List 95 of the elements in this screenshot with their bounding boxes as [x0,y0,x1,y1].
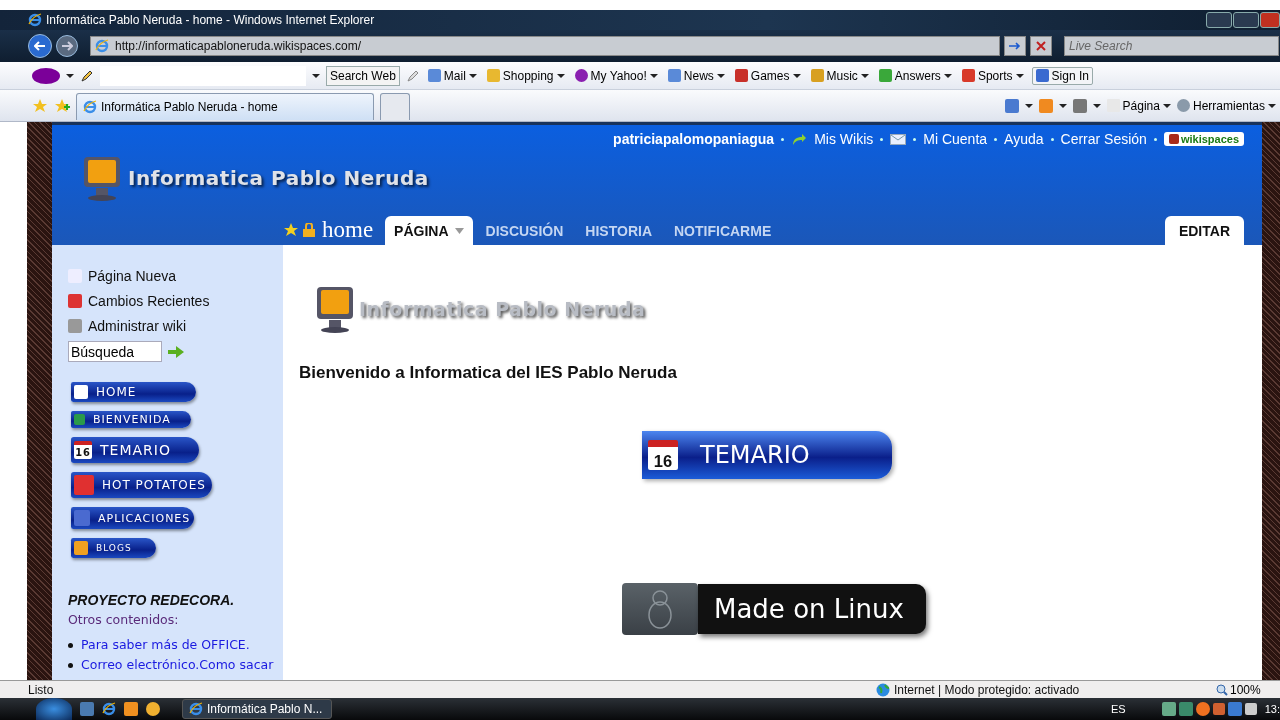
nav-button[interactable]: HOT POTATOES [71,472,212,498]
command-menu[interactable]: Herramientas [1176,98,1276,113]
browser-icon [189,702,203,716]
lock-icon [302,223,316,237]
pencil-icon[interactable] [80,68,94,83]
page-tab[interactable]: PÁGINA [385,216,473,245]
edit-button[interactable]: EDITAR [1164,216,1244,245]
user-link[interactable]: Cerrar Sesión [1060,131,1147,147]
sidebar-link[interactable]: Administrar wiki [68,313,283,338]
page-title: home [322,217,374,243]
status-text: Listo [28,682,54,697]
browser-icon [102,702,116,716]
bullet [68,643,73,648]
forward-arrow-icon [61,41,73,51]
refresh-button[interactable] [1004,36,1026,56]
nav-button[interactable]: BIENVENIDA [71,411,191,428]
star-icon[interactable] [32,97,48,114]
sidebar-link[interactable]: Página Nueva [68,263,283,288]
taskbar-window-button[interactable]: Informática Pablo N... [182,699,332,719]
security-zone-text: Internet | Modo protegido: activado [894,682,1080,697]
toolbar-item[interactable]: My Yahoo! [572,68,660,83]
site-logo-text: Informatica Pablo Neruda [128,166,429,190]
toolbar-search-field[interactable] [100,65,306,86]
url-text: http://informaticapabloneruda.wikispaces.com/ [115,39,362,53]
stop-button[interactable] [1030,36,1052,56]
bullet [68,663,73,668]
language-indicator[interactable]: ES [1111,703,1126,715]
arrow-icon [791,132,808,146]
browser-tab[interactable]: Informática Pablo Neruda - home [76,93,374,120]
user-link[interactable]: Ayuda [1004,131,1044,147]
toolbar-item[interactable]: Answers [876,68,954,83]
browser-icon [95,39,109,53]
separator-dot [781,137,785,141]
close-icon [1036,41,1046,51]
logo-text: Informatica Pablo Neruda [359,298,646,320]
toolbar-item[interactable]: Games [732,68,803,83]
toolbar-item[interactable]: Shopping [484,68,567,83]
separator-dot [880,137,884,141]
nav-button[interactable]: HOME [71,382,197,402]
browser-icon [28,13,42,27]
syllabus-banner[interactable]: 16 TEMARIO [642,431,892,479]
magnifier-icon [1216,683,1228,696]
separator-dot [994,137,998,141]
page-tab[interactable]: NOTIFICARME [665,216,781,245]
maximize-button[interactable] [1233,12,1259,28]
welcome-heading: Bienvenido a Informatica del IES Pablo Neruda [299,363,678,383]
window-title: Informática Pablo Neruda - home - Windows Internet Explorer [46,13,375,27]
user-link[interactable]: Mis Wikis [814,131,874,147]
separator-dot [1153,137,1157,141]
content-link[interactable]: Para saber más de OFFICE. [81,637,250,652]
page-tab[interactable]: HISTORIA [576,216,661,245]
start-button[interactable] [36,698,72,720]
close-button[interactable] [1260,12,1280,28]
calendar-icon: 16 [74,441,92,459]
page-tab[interactable]: DISCUSIÓN [476,216,573,245]
separator-dot [913,137,917,141]
refresh-icon [1008,41,1022,51]
minimize-button[interactable] [1206,12,1232,28]
clock-text: 13: [1264,703,1280,715]
toolbar-item[interactable]: Mail [425,68,479,83]
search-field[interactable]: Live Search [1064,36,1279,56]
nav-button[interactable]: APLICACIONES [71,507,195,529]
command-menu[interactable]: Página [1106,98,1171,113]
browser-icon [83,100,97,114]
sidebar-link[interactable]: Cambios Recientes [68,288,283,313]
add-favorite-icon[interactable] [54,97,70,114]
calendar-icon: 16 [648,440,678,470]
nav-button[interactable]: BLOGS [71,538,156,558]
sign-in-button[interactable]: Sign In [1031,66,1093,85]
user-link[interactable]: Mi Cuenta [923,131,988,147]
toolbar-item[interactable]: News [665,68,727,83]
address-field[interactable]: http://informaticapabloneruda.wikispaces.com/ [90,36,1000,56]
content-link[interactable]: Correo electrónico.Como sacar [81,657,274,672]
search-web-button[interactable]: Search Web [326,65,400,86]
caret-icon [454,227,464,234]
user-name: patriciapalomopaniagua [613,131,775,147]
sidebar-search-field[interactable]: Búsqueda [68,341,162,362]
toolbar-item[interactable]: Music [808,68,871,83]
globe-icon [876,682,890,697]
back-button[interactable] [28,34,52,58]
star-icon[interactable] [284,223,298,237]
zoom-button[interactable]: 100% [1216,682,1280,697]
toolbar-item[interactable]: Sports [959,68,1026,83]
separator-dot [1050,137,1054,141]
monitor-icon [82,155,122,201]
new-tab-button[interactable] [380,93,410,120]
nav-button[interactable]: 16 TEMARIO [71,437,199,463]
penguin-icon [645,589,675,629]
wikispaces-badge[interactable]: wikispaces [1163,132,1244,146]
back-arrow-icon [34,41,46,51]
forward-button[interactable] [56,35,78,57]
monitor-icon [315,285,355,333]
section-title: PROYECTO REDECORA. [68,592,236,608]
section-subtitle: Otros contenidos: [68,612,180,627]
made-on-linux-badge: Made on Linux [698,584,926,634]
